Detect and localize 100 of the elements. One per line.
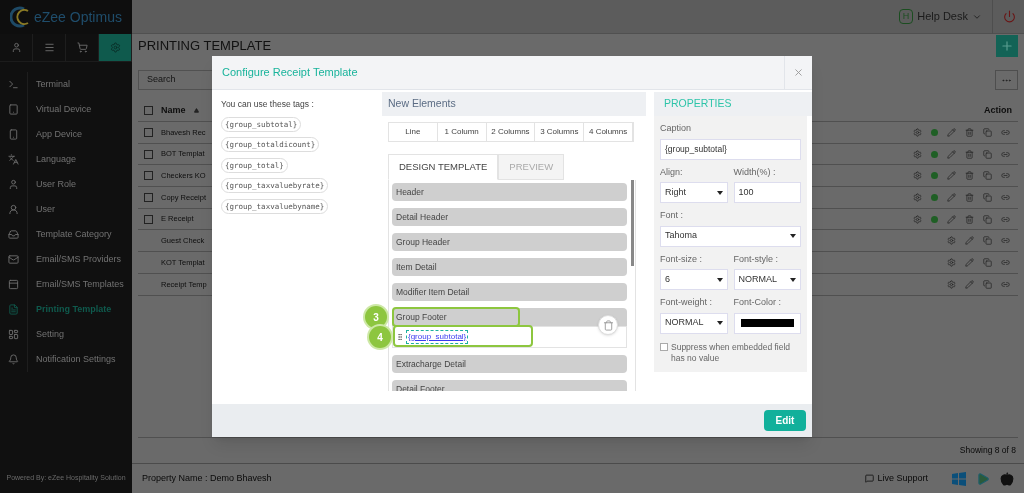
play-store-icon[interactable] — [976, 471, 990, 486]
checkbox-label: Suppress when embedded field has no value — [671, 341, 792, 364]
field-label: Width(%) : — [733, 165, 777, 179]
checkbox[interactable] — [144, 214, 153, 224]
color-picker[interactable] — [733, 312, 801, 334]
settings-icon[interactable] — [947, 236, 956, 246]
trash-icon[interactable] — [965, 149, 974, 159]
caret-icon — [790, 277, 796, 282]
settings-icon[interactable] — [913, 192, 922, 202]
nav-icon — [8, 179, 19, 190]
checkbox[interactable] — [144, 127, 153, 137]
copy-icon[interactable] — [983, 192, 992, 202]
link-icon[interactable] — [1001, 127, 1010, 137]
sidebar-item[interactable]: Terminal — [0, 72, 132, 97]
pencil-icon[interactable] — [965, 236, 974, 246]
link-icon[interactable] — [1001, 171, 1010, 181]
font-style-select[interactable]: NORMAL — [733, 269, 801, 290]
settings-icon[interactable] — [913, 214, 922, 224]
settings-icon[interactable] — [947, 279, 956, 289]
sidebar-item[interactable]: User Role — [0, 172, 132, 197]
checkbox[interactable] — [144, 171, 153, 181]
element-button[interactable]: 3 Columns — [535, 123, 585, 141]
delete-button[interactable] — [598, 315, 618, 335]
copy-icon[interactable] — [983, 214, 992, 224]
element-button[interactable]: 4 Columns — [584, 123, 633, 141]
copy-icon[interactable] — [983, 279, 992, 289]
element-button[interactable]: 2 Columns — [486, 123, 536, 141]
checkbox[interactable] — [660, 342, 668, 351]
checkbox[interactable] — [144, 149, 153, 159]
sidebar-item[interactable]: Email/SMS Templates — [0, 272, 132, 297]
scrollbar[interactable] — [631, 180, 634, 266]
pencil-icon[interactable] — [965, 279, 974, 289]
copy-icon[interactable] — [983, 236, 992, 246]
pencil-icon[interactable] — [965, 257, 974, 267]
link-icon[interactable] — [1001, 149, 1010, 159]
section-bar[interactable]: Modifier Item Detail — [392, 283, 627, 301]
settings-icon[interactable] — [913, 149, 922, 159]
sidebar-item[interactable]: Email/SMS Providers — [0, 247, 132, 272]
font-weight-select[interactable]: NORMAL — [660, 312, 728, 334]
width-field[interactable]: 100 — [733, 182, 801, 203]
sidebar-item[interactable]: Template Category — [0, 222, 132, 247]
sidebar-item[interactable]: Setting — [0, 322, 132, 347]
trash-icon[interactable] — [965, 127, 974, 137]
menu-icon — [43, 42, 55, 53]
copy-icon[interactable] — [983, 127, 992, 137]
copy-icon[interactable] — [983, 171, 992, 181]
link-icon[interactable] — [1001, 279, 1010, 289]
checkbox[interactable] — [144, 106, 153, 115]
sidebar-item[interactable]: User — [0, 197, 132, 222]
tab[interactable]: DESIGN TEMPLATE — [388, 154, 499, 180]
pencil-icon[interactable] — [947, 192, 956, 202]
settings-icon[interactable] — [913, 127, 922, 137]
font-select[interactable]: Tahoma — [660, 225, 801, 247]
column-header[interactable]: Name — [161, 103, 186, 118]
add-button[interactable] — [996, 35, 1018, 57]
copy-icon[interactable] — [983, 257, 992, 267]
sidebar-item[interactable]: Virtual Device — [0, 97, 132, 122]
sidebar-item[interactable]: App Device — [0, 122, 132, 147]
caption-field[interactable]: {group_subtotal} — [660, 138, 801, 160]
pencil-icon[interactable] — [947, 214, 956, 224]
field-label: Font-Color : — [733, 296, 782, 309]
section-bar[interactable]: Extracharge Detail — [392, 355, 627, 373]
trash-icon[interactable] — [965, 214, 974, 224]
section-bar[interactable]: Detail Footer — [392, 380, 627, 391]
drag-handle-icon[interactable] — [396, 333, 404, 341]
trash-icon[interactable] — [965, 192, 974, 202]
copy-icon[interactable] — [983, 149, 992, 159]
pencil-icon[interactable] — [947, 127, 956, 137]
power-icon[interactable] — [1003, 10, 1016, 23]
field-label: Font : — [660, 209, 684, 222]
checkbox[interactable] — [144, 192, 153, 202]
section-bar[interactable]: Item Detail — [392, 258, 627, 276]
apple-icon[interactable] — [1000, 471, 1014, 486]
settings-icon[interactable] — [947, 257, 956, 267]
template-field[interactable]: {group_subtotal} — [406, 330, 469, 344]
sidebar-item[interactable]: Language — [0, 147, 132, 172]
link-icon[interactable] — [1001, 192, 1010, 202]
link-icon[interactable] — [1001, 257, 1010, 267]
section-bar[interactable]: Detail Header — [392, 208, 627, 226]
dialog-title: Configure Receipt Template — [221, 65, 358, 81]
sidebar-item[interactable]: Notification Settings — [0, 347, 132, 372]
element-button[interactable]: Line — [389, 123, 438, 141]
trash-icon[interactable] — [965, 171, 974, 181]
settings-icon[interactable] — [913, 171, 922, 181]
caret-icon — [790, 234, 796, 238]
live-support-link[interactable]: Live Support — [865, 471, 928, 486]
cart-icon — [76, 42, 88, 53]
link-icon[interactable] — [1001, 214, 1010, 224]
align-select[interactable]: Right — [660, 182, 728, 203]
font-size-select[interactable]: 6 — [660, 269, 728, 290]
sidebar-tab[interactable] — [99, 34, 132, 61]
nav-icon — [8, 204, 19, 215]
section-bar[interactable]: Group Header — [392, 233, 627, 251]
windows-icon[interactable] — [952, 471, 966, 486]
link-icon[interactable] — [1001, 236, 1010, 246]
pencil-icon[interactable] — [947, 171, 956, 181]
section-bar[interactable]: Header — [392, 183, 627, 201]
pencil-icon[interactable] — [947, 149, 956, 159]
element-button[interactable]: 1 Column — [437, 123, 487, 141]
more-button[interactable] — [995, 70, 1018, 90]
